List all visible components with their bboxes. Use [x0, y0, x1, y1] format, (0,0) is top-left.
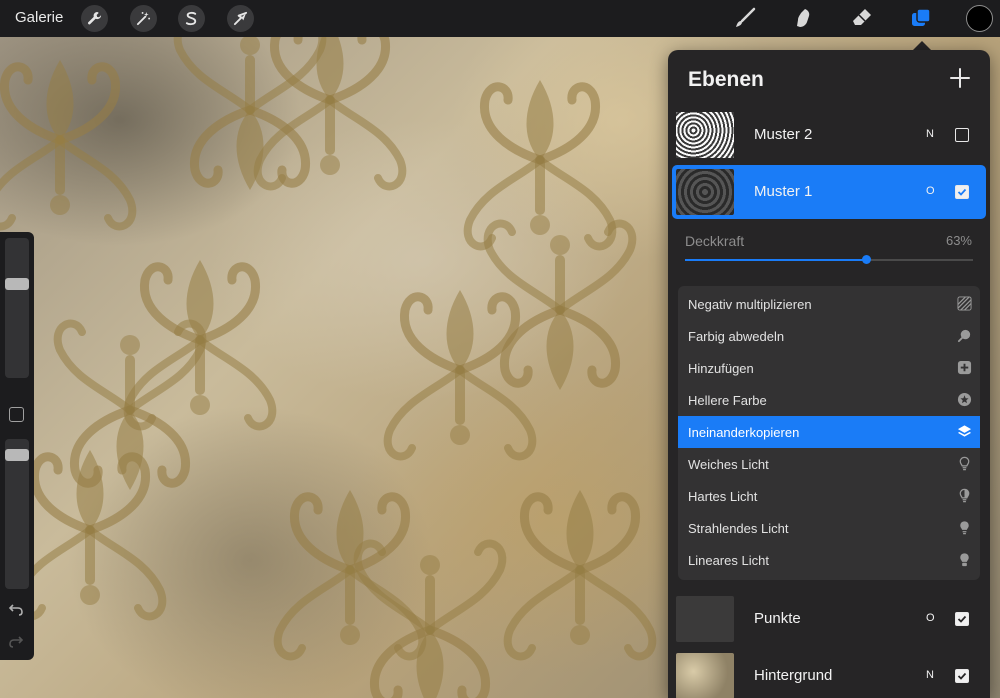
color-picker-button[interactable]: [966, 5, 993, 32]
blend-mode-strahlendes-licht[interactable]: Strahlendes Licht: [678, 512, 980, 544]
layer-blend-mode-button[interactable]: O: [926, 612, 935, 624]
blend-mode-hellere-farbe[interactable]: Hellere Farbe: [678, 384, 980, 416]
blend-mode-lineares-licht[interactable]: Lineares Licht: [678, 544, 980, 576]
brush-size-handle[interactable]: [5, 278, 29, 290]
layer-visibility-checkbox[interactable]: [955, 128, 969, 142]
blend-mode-label: Strahlendes Licht: [688, 521, 789, 536]
opacity-value: 63%: [945, 233, 972, 248]
opacity-label: Deckkraft: [685, 233, 745, 249]
top-toolbar: Galerie: [0, 0, 1000, 37]
blend-mode-label: Farbig abwedeln: [688, 329, 785, 344]
blend-mode-list: Negativ multiplizieren Farbig abwedeln H…: [678, 286, 980, 580]
layer-blend-mode-button[interactable]: O: [926, 185, 935, 197]
blend-mode-negativ-multiplizieren[interactable]: Negativ multiplizieren: [678, 288, 980, 320]
layers-tool-button[interactable]: [907, 4, 935, 32]
brush-opacity-handle[interactable]: [5, 449, 29, 461]
blend-mode-label: Hartes Licht: [688, 489, 758, 504]
opacity-slider-knob[interactable]: [862, 255, 872, 264]
bulb-solid-icon: [960, 553, 969, 567]
blend-mode-label: Negativ multiplizieren: [688, 297, 812, 312]
blend-mode-label: Lineares Licht: [688, 553, 769, 568]
undo-arrow-icon[interactable]: [8, 602, 24, 618]
dodge-icon: [957, 329, 971, 343]
blend-mode-label: Hinzufügen: [688, 361, 754, 376]
smudge-icon: [797, 9, 810, 27]
blend-mode-label: Weiches Licht: [688, 457, 769, 472]
blend-mode-hartes-licht[interactable]: Hartes Licht: [678, 480, 980, 512]
blend-mode-farbig-abwedeln[interactable]: Farbig abwedeln: [678, 320, 980, 352]
hatch-icon: [957, 296, 972, 311]
blend-mode-weiches-licht[interactable]: Weiches Licht: [678, 448, 980, 480]
arrow-cursor-icon: [233, 11, 248, 26]
modify-button[interactable]: [9, 407, 24, 422]
layer-thumbnail: [676, 112, 734, 158]
layer-row-muster-1[interactable]: Muster 1 O: [672, 165, 986, 219]
bulb-filled-icon: [960, 521, 969, 535]
wrench-icon: [88, 11, 102, 25]
layer-thumbnail: [676, 653, 734, 698]
blend-mode-label: Ineinanderkopieren: [688, 425, 800, 440]
star-circle-icon: [957, 392, 972, 407]
magic-wand-icon: [136, 11, 151, 26]
layer-name: Hintergrund: [754, 667, 833, 684]
selection-s-icon: [185, 11, 197, 26]
eraser-tool-button[interactable]: [848, 4, 876, 32]
eraser-icon: [853, 9, 871, 25]
panel-title: Ebenen: [688, 68, 764, 91]
layer-blend-mode-button[interactable]: N: [926, 669, 934, 681]
layer-thumbnail: [676, 169, 734, 215]
layer-name: Muster 2: [754, 126, 813, 143]
layer-row-punkte[interactable]: Punkte O: [672, 592, 986, 646]
transform-button[interactable]: [227, 5, 254, 32]
smudge-tool-button[interactable]: [789, 4, 817, 32]
checkmark-icon: [957, 615, 967, 623]
redo-arrow-icon[interactable]: [8, 634, 24, 650]
plus-icon[interactable]: [948, 66, 972, 90]
left-sidebar: [0, 232, 34, 660]
opacity-slider[interactable]: [685, 255, 973, 264]
layer-name: Muster 1: [754, 183, 813, 200]
bulb-half-icon: [959, 488, 970, 503]
layer-row-hintergrund[interactable]: Hintergrund N: [672, 649, 986, 698]
selection-button[interactable]: [178, 5, 205, 32]
plus-square-icon: [957, 360, 972, 375]
layers-panel: Ebenen Muster 2 N Muster 1 O Deckkraft 6…: [668, 50, 990, 698]
brush-size-slider[interactable]: [5, 238, 29, 378]
layer-name: Punkte: [754, 610, 801, 627]
brush-opacity-slider[interactable]: [5, 439, 29, 589]
blend-mode-ineinanderkopieren[interactable]: Ineinanderkopieren: [678, 416, 980, 448]
checkmark-icon: [957, 188, 967, 196]
gallery-button[interactable]: Galerie: [15, 9, 63, 26]
layer-visibility-checkbox[interactable]: [955, 669, 969, 683]
layers-icon: [912, 8, 931, 26]
actions-button[interactable]: [81, 5, 108, 32]
brush-icon: [736, 7, 756, 27]
brush-tool-button[interactable]: [731, 4, 759, 32]
blend-mode-label: Hellere Farbe: [688, 393, 767, 408]
layer-visibility-checkbox[interactable]: [955, 185, 969, 199]
layer-thumbnail: [676, 596, 734, 642]
layer-row-muster-2[interactable]: Muster 2 N: [672, 108, 986, 162]
layers-stack-icon: [957, 425, 972, 437]
opacity-slider-fill: [685, 259, 867, 261]
adjustments-button[interactable]: [130, 5, 157, 32]
layer-visibility-checkbox[interactable]: [955, 612, 969, 626]
checkmark-icon: [957, 672, 967, 680]
layer-blend-mode-button[interactable]: N: [926, 128, 934, 140]
blend-mode-hinzufuegen[interactable]: Hinzufügen: [678, 352, 980, 384]
bulb-outline-icon: [959, 456, 970, 471]
